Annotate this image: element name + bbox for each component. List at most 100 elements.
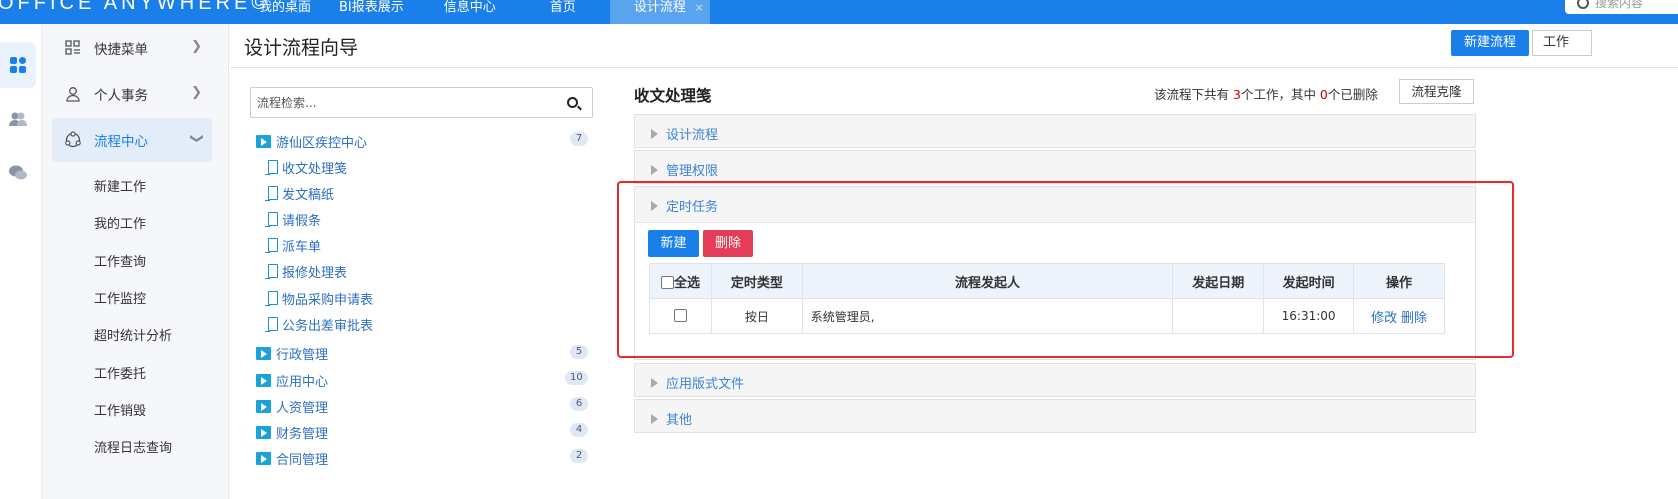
panel-other[interactable]: 其他 (634, 399, 1476, 433)
menu-item-personal[interactable]: 个人事务 ❯ (52, 72, 212, 116)
caret-right-icon (651, 377, 658, 388)
delete-task-button[interactable]: 删除 (703, 230, 753, 257)
flow-work-summary: 该流程下共有 3个工作，其中 0个已删除 (1154, 87, 1378, 102)
menu-item-shortcuts[interactable]: 快捷菜单 ❯ (52, 26, 212, 70)
row-checkbox[interactable] (673, 309, 687, 322)
menu-item-label: 快捷菜单 (94, 42, 148, 58)
tree-leaf-node[interactable]: 发文稿纸 (265, 183, 334, 203)
caret-right-icon (651, 164, 658, 175)
column-header: 定时类型 (710, 263, 803, 299)
submenu-new-work[interactable]: 新建工作 (94, 176, 146, 195)
chevron-right-icon: ❯ (191, 85, 202, 100)
folder-icon (256, 134, 271, 148)
panel-layout-files[interactable]: 应用版式文件 (634, 363, 1476, 397)
flow-search-box (250, 87, 593, 118)
submenu-my-work[interactable]: 我的工作 (94, 213, 146, 232)
apps-icon[interactable] (0, 42, 36, 88)
submenu-work-delegate[interactable]: 工作委托 (94, 363, 146, 382)
menu-sidebar: 快捷菜单 ❯ 个人事务 ❯ 流程中心 ❯ 新建工作 我的工作 工作查询 工作监控… (42, 24, 229, 499)
document-icon (265, 317, 278, 332)
column-header: 流程发起人 (801, 263, 1174, 299)
count-badge: 2 (570, 449, 588, 463)
new-flow-button[interactable]: 新建流程 (1451, 30, 1529, 56)
document-icon (265, 186, 278, 201)
folder-icon (256, 346, 271, 360)
tree-folder-node[interactable]: 合同管理 (256, 448, 328, 468)
page-header: 设计流程向导 新建流程 工作 (230, 24, 1678, 68)
tree-leaf-node[interactable]: 收文处理笺 (265, 157, 347, 177)
chevron-right-icon: ❯ (191, 39, 202, 54)
page-title: 设计流程向导 (244, 37, 359, 59)
users-icon[interactable] (0, 96, 36, 142)
count-badge: 5 (570, 345, 588, 359)
submenu-timeout-stats[interactable]: 超时统计分析 (94, 325, 172, 344)
search-icon[interactable] (567, 97, 578, 108)
document-icon (265, 238, 278, 253)
document-icon (265, 160, 278, 175)
panel-manage-permissions[interactable]: 管理权限 (634, 150, 1476, 184)
top-nav-bi-reports[interactable]: BI报表展示 (325, 0, 418, 24)
top-search-input[interactable]: 搜索内容 (1565, 0, 1678, 14)
tree-folder-node[interactable]: 行政管理 (256, 343, 328, 363)
menu-item-flow-center[interactable]: 流程中心 ❯ (52, 118, 212, 162)
brand-logo: OFFICE ANYWHERE© (0, 0, 271, 14)
tree-folder-node[interactable]: 人资管理 (256, 396, 328, 416)
delete-link[interactable]: 删除 (1401, 311, 1427, 326)
shortcut-icon (64, 39, 82, 57)
flow-icon (64, 131, 82, 149)
folder-icon (256, 425, 271, 439)
edit-link[interactable]: 修改 (1371, 311, 1397, 326)
table-header-row: 全选 定时类型 流程发起人 发起日期 发起时间 操作 (649, 263, 1445, 299)
work-button[interactable]: 工作 (1532, 30, 1592, 56)
caret-right-icon (651, 413, 658, 424)
submenu-work-destroy[interactable]: 工作销毁 (94, 400, 146, 419)
top-nav-desktop[interactable]: 我的桌面 (245, 0, 325, 24)
deleted-count: 0 (1319, 87, 1328, 102)
top-nav: 我的桌面 BI报表展示 信息中心 首页 设计流程 × (245, 0, 710, 24)
cell-time: 16:31:00 (1263, 298, 1355, 334)
folder-icon (256, 399, 271, 413)
flow-detail-title: 收文处理笺 (634, 87, 712, 105)
count-badge: 7 (570, 132, 588, 146)
top-nav-design-flow-tab[interactable]: 设计流程 × (609, 0, 710, 24)
tree-leaf-node[interactable]: 请假条 (265, 209, 321, 229)
caret-right-icon (651, 200, 658, 211)
top-nav-info-center[interactable]: 信息中心 (418, 0, 522, 24)
tree-root-node[interactable]: 游仙区疾控中心 (256, 131, 367, 151)
caret-right-icon (651, 128, 658, 139)
top-nav-home[interactable]: 首页 (522, 0, 610, 24)
top-bar: OFFICE ANYWHERE© 我的桌面 BI报表展示 信息中心 首页 设计流… (0, 0, 1678, 24)
document-icon (265, 212, 278, 227)
submenu-work-query[interactable]: 工作查询 (94, 251, 146, 270)
column-header: 操作 (1353, 263, 1445, 299)
flow-search-input[interactable] (257, 94, 557, 112)
chat-icon[interactable] (0, 150, 36, 196)
tree-leaf-node[interactable]: 派车单 (265, 235, 321, 255)
new-task-button[interactable]: 新建 (648, 230, 699, 257)
tree-leaf-node[interactable]: 报修处理表 (265, 261, 347, 281)
submenu-work-monitor[interactable]: 工作监控 (94, 288, 146, 307)
select-all-checkbox[interactable] (660, 275, 674, 289)
close-icon[interactable]: × (695, 0, 704, 16)
document-icon (265, 291, 278, 306)
menu-item-label: 个人事务 (94, 88, 148, 104)
work-count: 3 (1232, 87, 1241, 102)
tree-folder-node[interactable]: 应用中心 (256, 370, 328, 390)
tree-leaf-node[interactable]: 公务出差审批表 (265, 314, 373, 334)
column-header: 发起日期 (1172, 263, 1265, 299)
submenu-flow-log-query[interactable]: 流程日志查询 (94, 437, 172, 456)
count-badge: 4 (570, 423, 588, 437)
person-icon (64, 85, 82, 103)
menu-item-label: 流程中心 (94, 134, 148, 150)
tree-leaf-node[interactable]: 物品采购申请表 (265, 288, 373, 308)
select-all-header: 全选 (649, 263, 712, 299)
tree-folder-node[interactable]: 财务管理 (256, 422, 328, 442)
panel-header[interactable]: 定时任务 (635, 187, 1475, 223)
cell-initiator: 系统管理员, (801, 298, 1174, 334)
search-icon (1577, 0, 1589, 9)
tab-label: 设计流程 (633, 0, 686, 15)
panel-design-flow[interactable]: 设计流程 (634, 114, 1476, 148)
table-row: 按日 系统管理员, 16:31:00 修改 删除 (649, 298, 1445, 334)
count-badge: 6 (570, 397, 588, 411)
flow-clone-button[interactable]: 流程克隆 (1399, 79, 1474, 104)
